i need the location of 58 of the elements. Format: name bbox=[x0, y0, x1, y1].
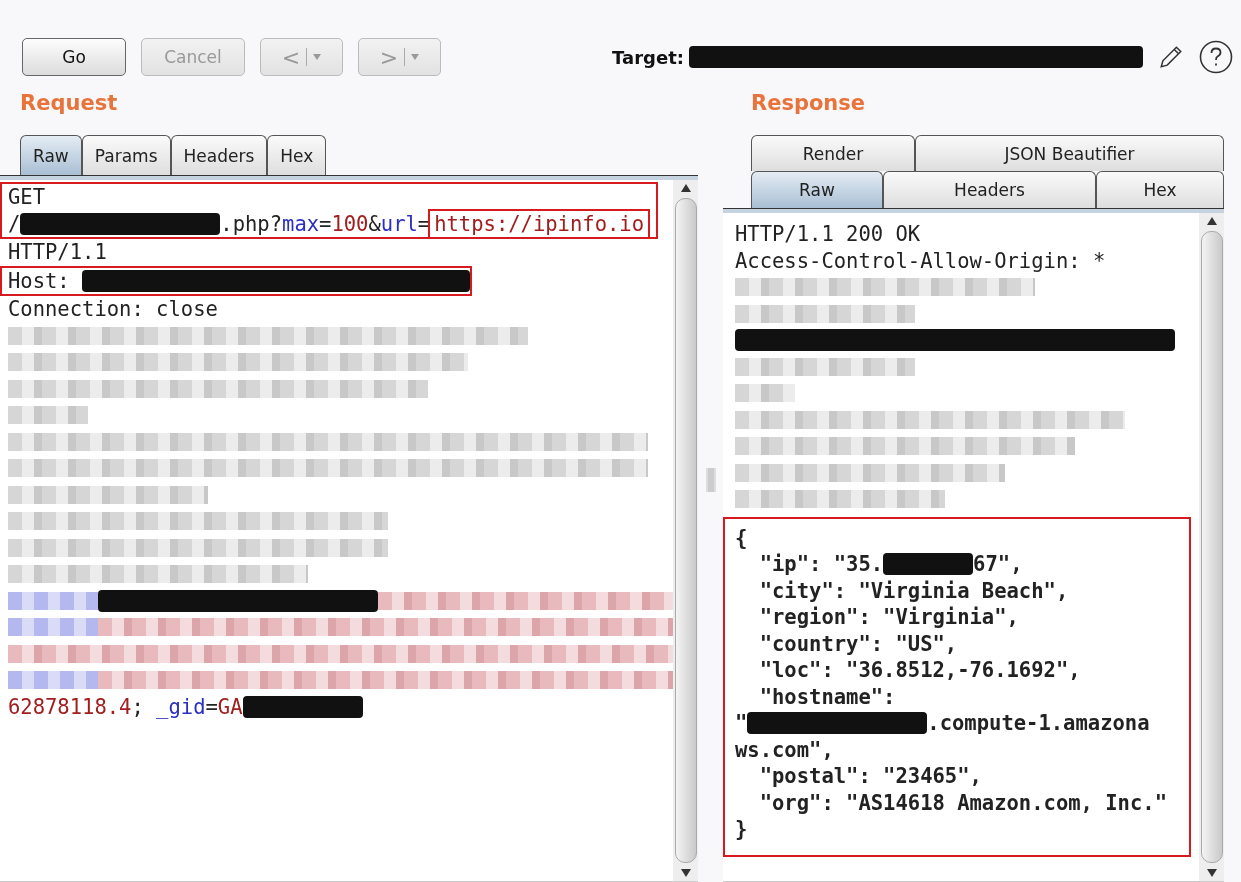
code-text: ; bbox=[131, 693, 145, 720]
code-text: "org": "AS14618 Amazon.com, Inc." bbox=[758, 789, 1167, 816]
pane-title: Response bbox=[750, 90, 867, 117]
target-label: Target: bbox=[612, 46, 684, 68]
code-text: "hostname": bbox=[758, 683, 896, 710]
code-text: _gid bbox=[156, 693, 206, 720]
code-text: & bbox=[368, 210, 381, 237]
tab[interactable]: Headers bbox=[170, 135, 268, 175]
tab[interactable]: Hex bbox=[267, 135, 327, 175]
scrollbar-thumb[interactable] bbox=[674, 198, 697, 863]
code-text: = bbox=[319, 210, 332, 237]
code-text: 100 bbox=[331, 210, 369, 237]
tab[interactable]: Hex bbox=[1096, 171, 1224, 208]
code-text: / bbox=[8, 210, 21, 237]
code-text: "postal": "23465", bbox=[758, 763, 982, 790]
code-text: Connection: close bbox=[8, 296, 218, 323]
code-text: 67", bbox=[973, 551, 1023, 578]
tab[interactable]: Raw bbox=[751, 171, 883, 208]
code-text: GA bbox=[217, 693, 243, 720]
toolbar-button[interactable]: Go bbox=[22, 38, 126, 76]
code-text: " bbox=[735, 710, 748, 737]
code-text: = bbox=[205, 693, 218, 720]
pencil-icon[interactable] bbox=[1158, 44, 1184, 70]
code-text: "loc": "36.8512,-76.1692", bbox=[758, 657, 1081, 684]
code-text: "country": "US", bbox=[758, 630, 958, 657]
code-text: url bbox=[380, 210, 418, 237]
tab[interactable]: Params bbox=[81, 135, 171, 175]
tab[interactable]: Raw bbox=[20, 135, 82, 175]
caret-icon bbox=[411, 54, 420, 60]
scroll-down-button[interactable] bbox=[680, 869, 691, 877]
code-text: Access-Control-Allow-Origin: * bbox=[735, 247, 1106, 274]
code-text: HTTP/1.1 bbox=[8, 239, 107, 266]
scrollbar-thumb[interactable] bbox=[1200, 231, 1223, 863]
tab[interactable]: Headers bbox=[883, 171, 1096, 208]
code-text: max bbox=[282, 210, 320, 237]
blurred-text bbox=[735, 384, 795, 403]
code-text: .compute-1.amazona bbox=[927, 710, 1150, 737]
code-text: "city": "Virginia Beach", bbox=[758, 577, 1069, 604]
code-text: "ip": "35. bbox=[758, 551, 884, 578]
code-text: "region": "Virginia", bbox=[758, 604, 1019, 631]
tab[interactable]: Render bbox=[751, 135, 915, 171]
code-text: .php? bbox=[220, 210, 283, 237]
scroll-down-button[interactable] bbox=[1206, 869, 1217, 877]
code-text: https://ipinfo.io bbox=[430, 210, 648, 237]
code-text: ws.com", bbox=[735, 736, 834, 763]
code-text: 62878118.4 bbox=[8, 693, 132, 720]
code-text: { bbox=[735, 524, 748, 551]
code-text: HTTP/1.1 200 OK bbox=[735, 221, 921, 248]
scroll-up-button[interactable] bbox=[680, 184, 691, 192]
tab[interactable]: JSON Beautifier bbox=[915, 135, 1224, 171]
pane-title: Request bbox=[19, 90, 119, 117]
splitter-handle[interactable] bbox=[705, 467, 716, 492]
code-text: GET bbox=[8, 184, 46, 211]
code-text: Host: bbox=[8, 267, 71, 294]
scroll-up-button[interactable] bbox=[1206, 217, 1217, 225]
help-icon[interactable] bbox=[1199, 40, 1233, 74]
caret-icon bbox=[313, 54, 322, 60]
code-text: } bbox=[735, 816, 748, 843]
